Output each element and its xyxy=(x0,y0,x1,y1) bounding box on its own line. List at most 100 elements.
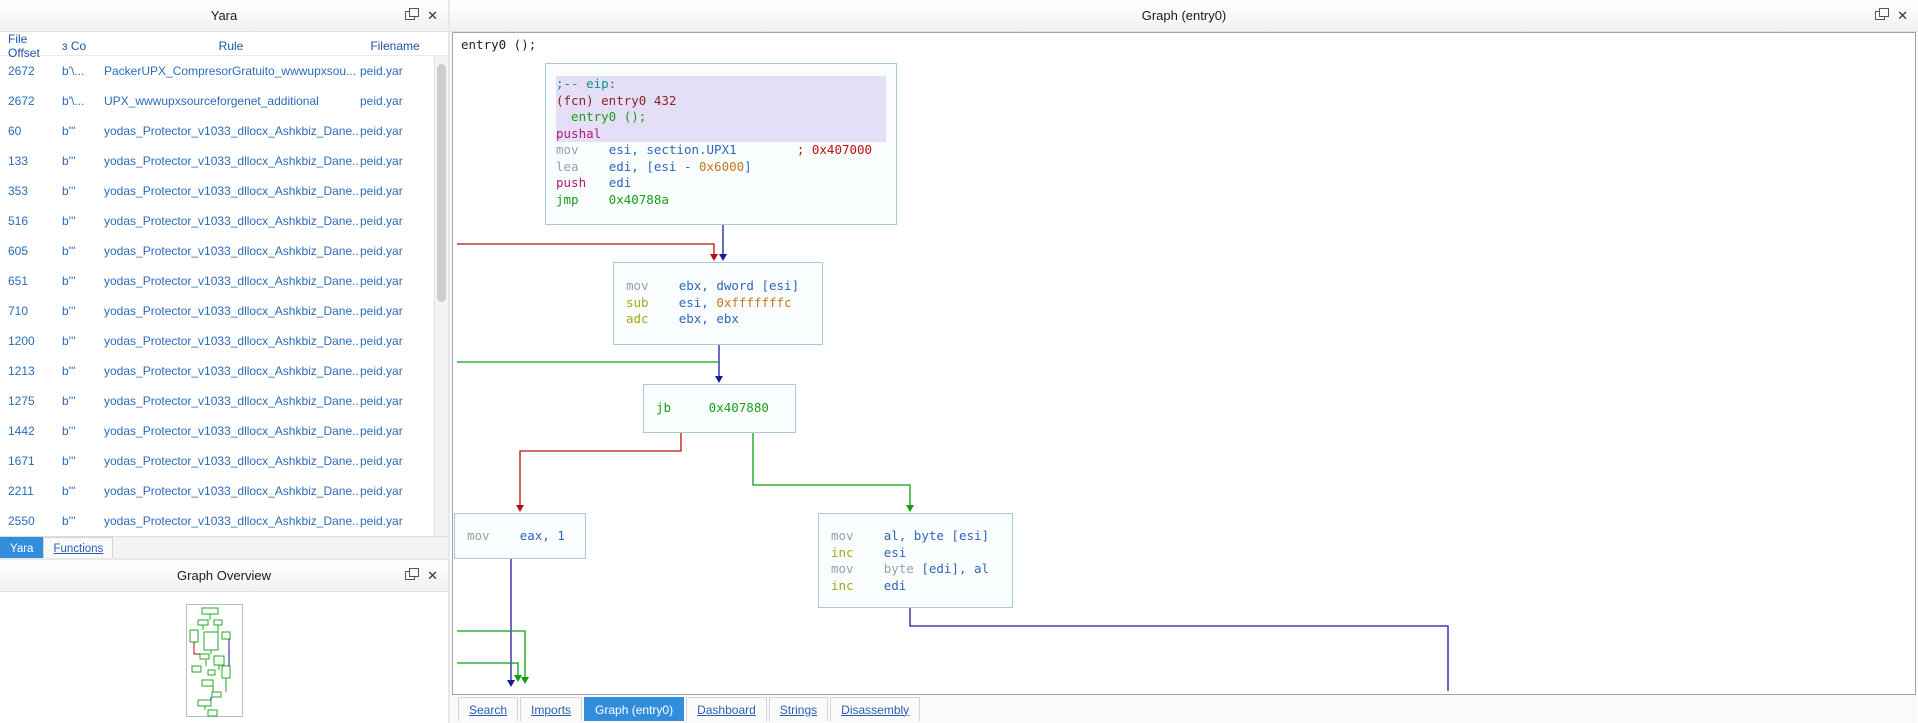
graph-node-entry[interactable]: ;-- eip: (fcn) entry0 432 entry0 (); pusha… xyxy=(545,63,897,225)
table-row[interactable]: 710 b''' yodas_Protector_v1033_dllocx_Ashk… xyxy=(0,296,448,326)
cell-content: b''' xyxy=(62,304,76,318)
table-row[interactable]: 1200 b''' yodas_Protector_v1033_dllocx_Ash… xyxy=(0,326,448,356)
tab-dashboard[interactable]: Dashboard xyxy=(686,697,767,721)
table-row[interactable]: 605 b''' yodas_Protector_v1033_dllocx_Ashk… xyxy=(0,236,448,266)
cell-filename: peid.yar xyxy=(360,184,403,198)
cell-offset: 2550 xyxy=(8,514,35,528)
cell-content: b''' xyxy=(62,154,76,168)
cell-content: b'\... xyxy=(62,64,85,78)
cell-content: b''' xyxy=(62,484,76,498)
cell-offset: 2672 xyxy=(8,64,35,78)
cell-filename: peid.yar xyxy=(360,364,403,378)
tab-strings[interactable]: Strings xyxy=(768,697,829,721)
table-row[interactable]: 1442 b''' yodas_Protector_v1033_dllocx_Ash… xyxy=(0,416,448,446)
column-header-content[interactable]: ɜ Co xyxy=(62,39,104,53)
yara-panel-title: Yara xyxy=(210,8,238,23)
table-row[interactable]: 1671 b''' yodas_Protector_v1033_dllocx_Ash… xyxy=(0,446,448,476)
tab-yara[interactable]: Yara xyxy=(0,537,44,558)
tab-functions[interactable]: Functions xyxy=(43,537,114,558)
tab-search[interactable]: Search xyxy=(458,697,519,721)
asm-line: entry0 (); xyxy=(556,109,886,126)
asm-line: jmp 0x40788a xyxy=(556,191,669,207)
yara-table-header[interactable]: File Offset ɜ Co Rule Filename xyxy=(0,32,448,60)
cell-offset: 1671 xyxy=(8,454,35,468)
asm-line: mov esi, section.UPX1 ; 0x407000 xyxy=(556,142,873,157)
cell-rule: yodas_Protector_v1033_dllocx_Ashkbiz_Dan… xyxy=(104,154,358,168)
float-icon[interactable] xyxy=(405,8,420,20)
cell-filename: peid.yar xyxy=(360,484,403,498)
asm-line: jb 0x407880 xyxy=(656,400,769,415)
float-icon[interactable] xyxy=(405,568,420,580)
table-row[interactable]: 1213 b''' yodas_Protector_v1033_dllocx_Ash… xyxy=(0,356,448,386)
cell-rule: yodas_Protector_v1033_dllocx_Ashkbiz_Dan… xyxy=(104,124,358,138)
tab-disassembly[interactable]: Disassembly xyxy=(830,697,921,721)
graph-node-mov-eax[interactable]: mov eax, 1 xyxy=(454,513,586,559)
cell-rule: yodas_Protector_v1033_dllocx_Ashkbiz_Dan… xyxy=(104,274,358,288)
tab-graph-entry0[interactable]: Graph (entry0) xyxy=(584,697,685,721)
cell-offset: 605 xyxy=(8,244,29,258)
graph-overview-title: Graph Overview xyxy=(177,568,271,583)
cell-rule: yodas_Protector_v1033_dllocx_Ashkbiz_Dan… xyxy=(104,484,358,498)
graph-panel-titlebar: Graph (entry0) ✕ xyxy=(450,0,1918,32)
asm-line: push edi xyxy=(556,175,632,190)
tab-imports[interactable]: Imports xyxy=(520,697,583,721)
yara-panel-titlebar: Yara ✕ xyxy=(0,0,448,32)
asm-line: ;-- eip: xyxy=(556,76,886,93)
cell-offset: 651 xyxy=(8,274,29,288)
column-header-filename[interactable]: Filename xyxy=(358,39,432,53)
table-row[interactable]: 2211 b''' yodas_Protector_v1033_dllocx_Ash… xyxy=(0,476,448,506)
table-row[interactable]: 651 b''' yodas_Protector_v1033_dllocx_Ashk… xyxy=(0,266,448,296)
yara-table: File Offset ɜ Co Rule Filename 2672 b'\..… xyxy=(0,32,448,536)
cell-content: b''' xyxy=(62,124,76,138)
table-row[interactable]: 353 b''' yodas_Protector_v1033_dllocx_Ashk… xyxy=(0,176,448,206)
cell-filename: peid.yar xyxy=(360,454,403,468)
table-row[interactable]: 133 b''' yodas_Protector_v1033_dllocx_Ashk… xyxy=(0,146,448,176)
cell-offset: 1442 xyxy=(8,424,35,438)
cell-offset: 1200 xyxy=(8,334,35,348)
table-row[interactable]: 60 b''' yodas_Protector_v1033_dllocx_Ashkb… xyxy=(0,116,448,146)
graph-node-branch[interactable]: jb 0x407880 xyxy=(643,384,796,433)
table-row[interactable]: 516 b''' yodas_Protector_v1033_dllocx_Ashk… xyxy=(0,206,448,236)
vertical-scrollbar[interactable] xyxy=(434,56,448,536)
cell-offset: 710 xyxy=(8,304,29,318)
yara-panel: Yara ✕ File Offset ɜ Co Rule Filename 26… xyxy=(0,0,448,558)
cell-content: b''' xyxy=(62,274,76,288)
cell-content: b'\... xyxy=(62,94,85,108)
cell-content: b''' xyxy=(62,364,76,378)
cell-rule: yodas_Protector_v1033_dllocx_Ashkbiz_Dan… xyxy=(104,514,358,528)
graph-canvas[interactable]: entry0 (); ;-- eip: (fcn) entry0 432 entr… xyxy=(452,32,1916,695)
graph-overview-minimap[interactable] xyxy=(184,604,260,722)
cell-filename: peid.yar xyxy=(360,274,403,288)
cell-rule: yodas_Protector_v1033_dllocx_Ashkbiz_Dan… xyxy=(104,214,358,228)
graph-node-copy-byte[interactable]: mov al, byte [esi] inc esi mov byte [edi],… xyxy=(818,513,1013,608)
close-icon[interactable]: ✕ xyxy=(1897,9,1908,22)
cell-content: b''' xyxy=(62,424,76,438)
close-icon[interactable]: ✕ xyxy=(427,9,438,22)
float-icon[interactable] xyxy=(1875,8,1890,20)
cell-rule: PackerUPX_CompresorGratuito_wwwupxsou... xyxy=(104,64,357,78)
scrollbar-thumb[interactable] xyxy=(437,64,446,302)
table-row[interactable]: 2672 b'\... UPX_wwwupxsourceforgenet_addit… xyxy=(0,86,448,116)
close-icon[interactable]: ✕ xyxy=(427,569,438,582)
column-header-rule[interactable]: Rule xyxy=(104,39,358,53)
cell-filename: peid.yar xyxy=(360,64,403,78)
function-signature-label: entry0 (); xyxy=(461,37,537,52)
asm-line: mov ebx, dword [esi] xyxy=(626,278,800,293)
graph-node-loop-head[interactable]: mov ebx, dword [esi] sub esi, 0xfffffffc a… xyxy=(613,262,823,345)
cell-rule: yodas_Protector_v1033_dllocx_Ashkbiz_Dan… xyxy=(104,184,358,198)
table-row[interactable]: 1275 b''' yodas_Protector_v1033_dllocx_Ash… xyxy=(0,386,448,416)
cell-offset: 133 xyxy=(8,154,29,168)
asm-line: (fcn) entry0 432 xyxy=(556,92,886,109)
cell-content: b''' xyxy=(62,244,76,258)
yara-panel-tabbar: Yara Functions xyxy=(0,536,448,558)
cell-content: b''' xyxy=(62,454,76,468)
yara-rows: 2672 b'\... PackerUPX_CompresorGratuito_ww… xyxy=(0,56,448,536)
graph-panel-title: Graph (entry0) xyxy=(1141,8,1227,23)
cell-filename: peid.yar xyxy=(360,154,403,168)
cell-rule: UPX_wwwupxsourceforgenet_additional xyxy=(104,94,319,108)
graph-overview-content[interactable] xyxy=(0,592,448,723)
cell-rule: yodas_Protector_v1033_dllocx_Ashkbiz_Dan… xyxy=(104,424,358,438)
sort-indicator-icon: ɜ xyxy=(62,39,68,53)
table-row[interactable]: 2550 b''' yodas_Protector_v1033_dllocx_Ash… xyxy=(0,506,448,536)
table-row[interactable]: 2672 b'\... PackerUPX_CompresorGratuito_ww… xyxy=(0,56,448,86)
